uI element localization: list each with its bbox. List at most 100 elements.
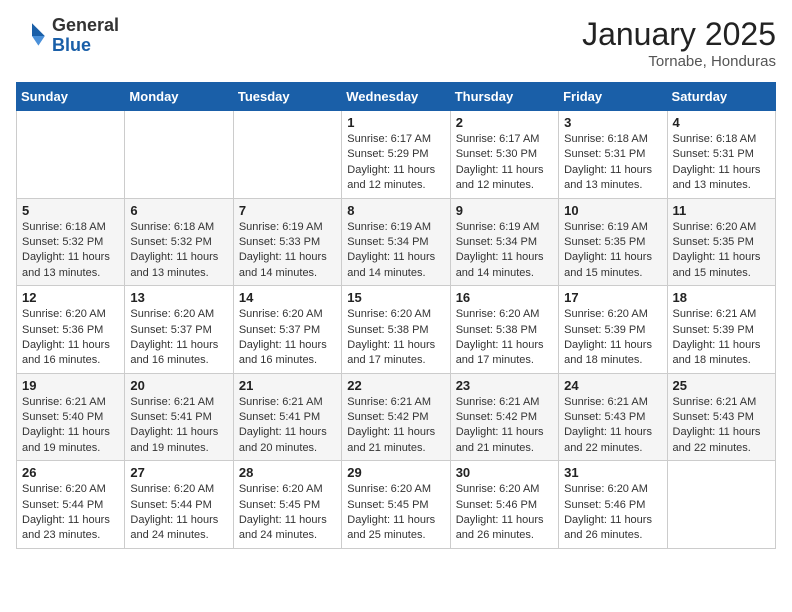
day-number: 25 [673, 378, 770, 393]
day-info: Sunrise: 6:18 AM Sunset: 5:31 PM Dayligh… [564, 132, 661, 194]
day-number: 24 [564, 378, 661, 393]
month-title: January 2025 [582, 16, 776, 53]
logo: General Blue [16, 16, 119, 56]
day-info: Sunrise: 6:21 AM Sunset: 5:41 PM Dayligh… [239, 395, 336, 457]
day-info: Sunrise: 6:20 AM Sunset: 5:35 PM Dayligh… [673, 220, 770, 282]
day-info: Sunrise: 6:21 AM Sunset: 5:42 PM Dayligh… [456, 395, 553, 457]
calendar-week-row: 12Sunrise: 6:20 AM Sunset: 5:36 PM Dayli… [17, 286, 776, 374]
calendar-cell: 11 Sunrise: 6:20 AM Sunset: 5:35 PM Dayli… [667, 198, 775, 286]
day-number: 14 [239, 290, 336, 305]
calendar-week-row: 19 Sunrise: 6:21 AM Sunset: 5:40 PM Dayli… [17, 373, 776, 461]
day-info: Sunrise: 6:21 AM Sunset: 5:43 PM Dayligh… [564, 395, 661, 457]
calendar-cell: 23 Sunrise: 6:21 AM Sunset: 5:42 PM Dayli… [450, 373, 558, 461]
day-info: Sunrise: 6:20 AM Sunset: 5:46 PM Dayligh… [456, 482, 553, 544]
calendar-cell: 10 Sunrise: 6:19 AM Sunset: 5:35 PM Dayli… [559, 198, 667, 286]
day-of-week-header: Monday [125, 83, 233, 111]
day-number: 31 [564, 465, 661, 480]
calendar-cell: 18 Sunrise: 6:21 AM Sunset: 5:39 PM Dayli… [667, 286, 775, 374]
calendar-cell: 17Sunrise: 6:20 AM Sunset: 5:39 PM Dayli… [559, 286, 667, 374]
day-info: Sunrise: 6:21 AM Sunset: 5:39 PM Dayligh… [673, 307, 770, 369]
day-info: Sunrise: 6:20 AM Sunset: 5:38 PM Dayligh… [456, 307, 553, 369]
day-info: Sunrise: 6:18 AM Sunset: 5:31 PM Dayligh… [673, 132, 770, 194]
calendar-cell: 31Sunrise: 6:20 AM Sunset: 5:46 PM Dayli… [559, 461, 667, 549]
calendar-cell: 9Sunrise: 6:19 AM Sunset: 5:34 PM Daylig… [450, 198, 558, 286]
calendar-cell: 14 Sunrise: 6:20 AM Sunset: 5:37 PM Dayli… [233, 286, 341, 374]
day-number: 6 [130, 203, 227, 218]
day-number: 15 [347, 290, 444, 305]
day-info: Sunrise: 6:20 AM Sunset: 5:45 PM Dayligh… [347, 482, 444, 544]
day-info: Sunrise: 6:20 AM Sunset: 5:37 PM Dayligh… [239, 307, 336, 369]
day-number: 28 [239, 465, 336, 480]
calendar-cell: 26 Sunrise: 6:20 AM Sunset: 5:44 PM Dayli… [17, 461, 125, 549]
location: Tornabe, Honduras [582, 53, 776, 70]
calendar-week-row: 1Sunrise: 6:17 AM Sunset: 5:29 PM Daylig… [17, 111, 776, 199]
day-number: 18 [673, 290, 770, 305]
day-of-week-header: Thursday [450, 83, 558, 111]
day-number: 2 [456, 115, 553, 130]
calendar-cell: 24 Sunrise: 6:21 AM Sunset: 5:43 PM Dayli… [559, 373, 667, 461]
day-info: Sunrise: 6:21 AM Sunset: 5:42 PM Dayligh… [347, 395, 444, 457]
day-number: 19 [22, 378, 119, 393]
calendar-cell: 15Sunrise: 6:20 AM Sunset: 5:38 PM Dayli… [342, 286, 450, 374]
calendar-cell [125, 111, 233, 199]
day-info: Sunrise: 6:17 AM Sunset: 5:29 PM Dayligh… [347, 132, 444, 194]
day-info: Sunrise: 6:21 AM Sunset: 5:43 PM Dayligh… [673, 395, 770, 457]
calendar-table: SundayMondayTuesdayWednesdayThursdayFrid… [16, 82, 776, 549]
calendar-cell: 13Sunrise: 6:20 AM Sunset: 5:37 PM Dayli… [125, 286, 233, 374]
calendar-cell: 29 Sunrise: 6:20 AM Sunset: 5:45 PM Dayli… [342, 461, 450, 549]
day-number: 26 [22, 465, 119, 480]
day-info: Sunrise: 6:18 AM Sunset: 5:32 PM Dayligh… [22, 220, 119, 282]
calendar-cell: 6 Sunrise: 6:18 AM Sunset: 5:32 PM Daylig… [125, 198, 233, 286]
day-number: 12 [22, 290, 119, 305]
calendar-cell: 3Sunrise: 6:18 AM Sunset: 5:31 PM Daylig… [559, 111, 667, 199]
day-info: Sunrise: 6:20 AM Sunset: 5:44 PM Dayligh… [22, 482, 119, 544]
logo-text: General Blue [52, 16, 119, 56]
day-info: Sunrise: 6:20 AM Sunset: 5:44 PM Dayligh… [130, 482, 227, 544]
day-info: Sunrise: 6:19 AM Sunset: 5:33 PM Dayligh… [239, 220, 336, 282]
day-number: 30 [456, 465, 553, 480]
page-header: General Blue January 2025 Tornabe, Hondu… [16, 16, 776, 70]
calendar-cell: 8Sunrise: 6:19 AM Sunset: 5:34 PM Daylig… [342, 198, 450, 286]
calendar-cell: 7 Sunrise: 6:19 AM Sunset: 5:33 PM Daylig… [233, 198, 341, 286]
calendar-cell: 4Sunrise: 6:18 AM Sunset: 5:31 PM Daylig… [667, 111, 775, 199]
day-number: 20 [130, 378, 227, 393]
day-of-week-header: Wednesday [342, 83, 450, 111]
day-number: 11 [673, 203, 770, 218]
title-block: January 2025 Tornabe, Honduras [582, 16, 776, 70]
calendar-week-row: 5Sunrise: 6:18 AM Sunset: 5:32 PM Daylig… [17, 198, 776, 286]
day-number: 13 [130, 290, 227, 305]
day-number: 10 [564, 203, 661, 218]
calendar-cell: 20 Sunrise: 6:21 AM Sunset: 5:41 PM Dayli… [125, 373, 233, 461]
day-of-week-header: Tuesday [233, 83, 341, 111]
calendar-cell: 16 Sunrise: 6:20 AM Sunset: 5:38 PM Dayli… [450, 286, 558, 374]
calendar-cell: 2Sunrise: 6:17 AM Sunset: 5:30 PM Daylig… [450, 111, 558, 199]
day-number: 16 [456, 290, 553, 305]
day-number: 21 [239, 378, 336, 393]
logo-icon [16, 20, 48, 52]
calendar-header-row: SundayMondayTuesdayWednesdayThursdayFrid… [17, 83, 776, 111]
day-number: 29 [347, 465, 444, 480]
calendar-week-row: 26 Sunrise: 6:20 AM Sunset: 5:44 PM Dayli… [17, 461, 776, 549]
calendar-cell: 27Sunrise: 6:20 AM Sunset: 5:44 PM Dayli… [125, 461, 233, 549]
calendar-cell: 5Sunrise: 6:18 AM Sunset: 5:32 PM Daylig… [17, 198, 125, 286]
calendar-cell: 1Sunrise: 6:17 AM Sunset: 5:29 PM Daylig… [342, 111, 450, 199]
calendar-body: 1Sunrise: 6:17 AM Sunset: 5:29 PM Daylig… [17, 111, 776, 549]
day-info: Sunrise: 6:21 AM Sunset: 5:41 PM Dayligh… [130, 395, 227, 457]
day-of-week-header: Friday [559, 83, 667, 111]
calendar-cell: 12Sunrise: 6:20 AM Sunset: 5:36 PM Dayli… [17, 286, 125, 374]
calendar-cell: 19 Sunrise: 6:21 AM Sunset: 5:40 PM Dayli… [17, 373, 125, 461]
calendar-cell: 30 Sunrise: 6:20 AM Sunset: 5:46 PM Dayli… [450, 461, 558, 549]
day-info: Sunrise: 6:20 AM Sunset: 5:39 PM Dayligh… [564, 307, 661, 369]
calendar-cell: 21 Sunrise: 6:21 AM Sunset: 5:41 PM Dayli… [233, 373, 341, 461]
calendar-cell [17, 111, 125, 199]
day-number: 7 [239, 203, 336, 218]
day-info: Sunrise: 6:19 AM Sunset: 5:35 PM Dayligh… [564, 220, 661, 282]
day-info: Sunrise: 6:18 AM Sunset: 5:32 PM Dayligh… [130, 220, 227, 282]
day-number: 23 [456, 378, 553, 393]
day-info: Sunrise: 6:21 AM Sunset: 5:40 PM Dayligh… [22, 395, 119, 457]
day-info: Sunrise: 6:20 AM Sunset: 5:45 PM Dayligh… [239, 482, 336, 544]
calendar-cell [233, 111, 341, 199]
calendar-cell: 28 Sunrise: 6:20 AM Sunset: 5:45 PM Dayli… [233, 461, 341, 549]
day-number: 9 [456, 203, 553, 218]
calendar-cell: 22Sunrise: 6:21 AM Sunset: 5:42 PM Dayli… [342, 373, 450, 461]
